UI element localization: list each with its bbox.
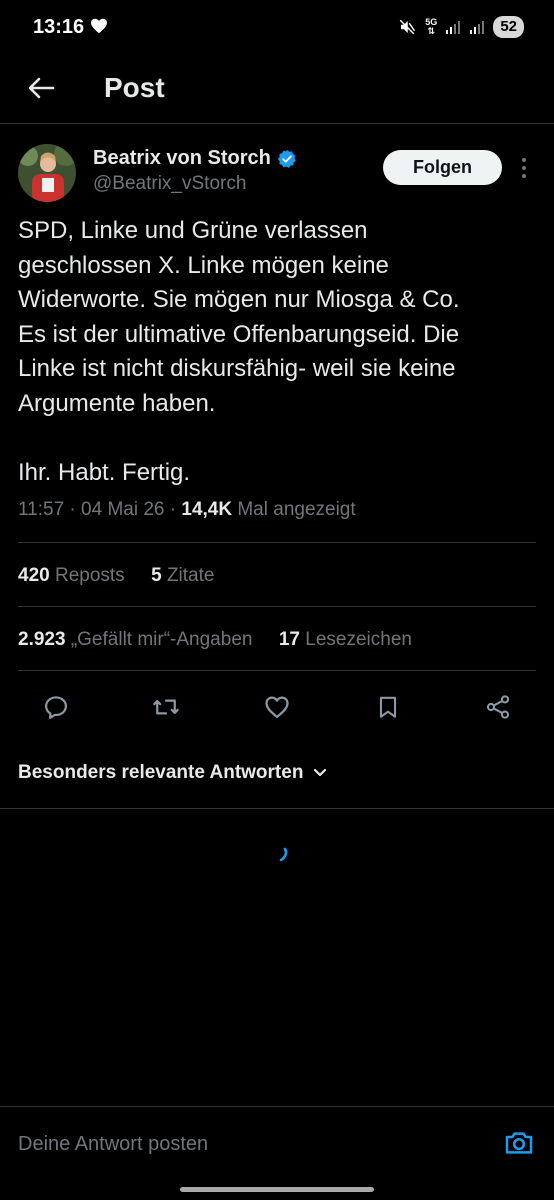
post-meta: 11:57 · 04 Mai 26 · 14,4K Mal angezeigt bbox=[18, 499, 356, 521]
more-options-button[interactable] bbox=[516, 155, 532, 181]
post-line: Es ist der ultimative Offenbarungseid. D… bbox=[18, 320, 460, 348]
post-body: SPD, Linke und Grüne verlassen geschloss… bbox=[18, 214, 538, 490]
like-button[interactable] bbox=[261, 691, 293, 723]
reply-input[interactable]: Deine Antwort posten bbox=[18, 1133, 208, 1156]
author-handle[interactable]: @Beatrix_vStorch bbox=[93, 173, 246, 195]
battery-level: 52 bbox=[493, 16, 524, 38]
dot bbox=[522, 166, 526, 170]
views-count[interactable]: 14,4K bbox=[181, 499, 232, 520]
replies-sort-dropdown[interactable]: Besonders relevante Antworten bbox=[18, 762, 327, 784]
replies-sort-label: Besonders relevante Antworten bbox=[18, 762, 304, 783]
divider bbox=[18, 670, 536, 671]
reply-composer: Deine Antwort posten bbox=[0, 1106, 554, 1182]
like-icon bbox=[265, 696, 289, 719]
divider bbox=[18, 606, 536, 607]
post-line: SPD, Linke und Grüne verlassen bbox=[18, 217, 368, 244]
signal-icon-2 bbox=[470, 21, 485, 34]
post-line: Argumente haben. bbox=[18, 389, 216, 417]
separator: · bbox=[169, 499, 182, 520]
share-button[interactable] bbox=[482, 691, 514, 723]
separator: · bbox=[69, 499, 82, 520]
reply-icon bbox=[44, 696, 68, 719]
camera-icon[interactable] bbox=[503, 1127, 535, 1159]
loading-spinner-icon bbox=[279, 847, 288, 862]
avatar[interactable] bbox=[18, 144, 76, 202]
post-line: Linke ist nicht diskursfähig- weil sie k… bbox=[18, 355, 456, 382]
stats-row-likes: 2.923 „Gefällt mir“-Angaben 17 Lesezeich… bbox=[18, 629, 412, 651]
bookmarks-stat[interactable]: 17 Lesezeichen bbox=[279, 629, 412, 650]
verified-badge-icon bbox=[277, 149, 296, 168]
dot bbox=[522, 174, 526, 178]
action-bar bbox=[0, 685, 554, 729]
network-type: 5G ⇅ bbox=[425, 17, 438, 36]
author-name[interactable]: Beatrix von Storch bbox=[93, 147, 297, 170]
repost-button[interactable] bbox=[150, 691, 182, 723]
post-date[interactable]: 04 Mai 26 bbox=[81, 499, 164, 520]
quotes-stat[interactable]: 5 Zitate bbox=[151, 565, 214, 586]
views-label: Mal angezeigt bbox=[237, 499, 356, 520]
divider bbox=[18, 542, 536, 543]
status-bar: 13:16 5G ⇅ 52 bbox=[0, 0, 554, 58]
bookmark-button[interactable] bbox=[372, 691, 404, 723]
post-line: geschlossen X. Linke mögen keine bbox=[18, 251, 389, 279]
post-closing-line: Ihr. Habt. Fertig. bbox=[18, 458, 191, 486]
post-time[interactable]: 11:57 bbox=[18, 499, 64, 520]
page-title: Post bbox=[104, 72, 165, 103]
stats-row-reposts: 420 Reposts 5 Zitate bbox=[18, 565, 214, 587]
post-line: Widerworte. Sie mögen nur Miosga & Co. bbox=[18, 286, 460, 313]
likes-stat[interactable]: 2.923 „Gefällt mir“-Angaben bbox=[18, 629, 252, 650]
back-button[interactable] bbox=[25, 72, 57, 104]
top-app-bar: Post bbox=[0, 58, 554, 124]
follow-button[interactable]: Folgen bbox=[383, 150, 502, 185]
divider bbox=[0, 808, 554, 809]
heart-icon bbox=[91, 18, 107, 34]
arrow-left-icon bbox=[28, 77, 55, 99]
mute-icon bbox=[400, 19, 416, 35]
dot bbox=[522, 158, 526, 162]
chevron-down-icon bbox=[314, 768, 327, 777]
reposts-stat[interactable]: 420 Reposts bbox=[18, 565, 125, 586]
reply-button[interactable] bbox=[40, 691, 72, 723]
repost-icon bbox=[153, 699, 179, 715]
bookmark-icon bbox=[379, 696, 397, 718]
status-time: 13:16 bbox=[33, 16, 85, 38]
signal-icon bbox=[446, 21, 461, 34]
home-indicator[interactable] bbox=[180, 1187, 374, 1192]
share-icon bbox=[486, 695, 510, 719]
